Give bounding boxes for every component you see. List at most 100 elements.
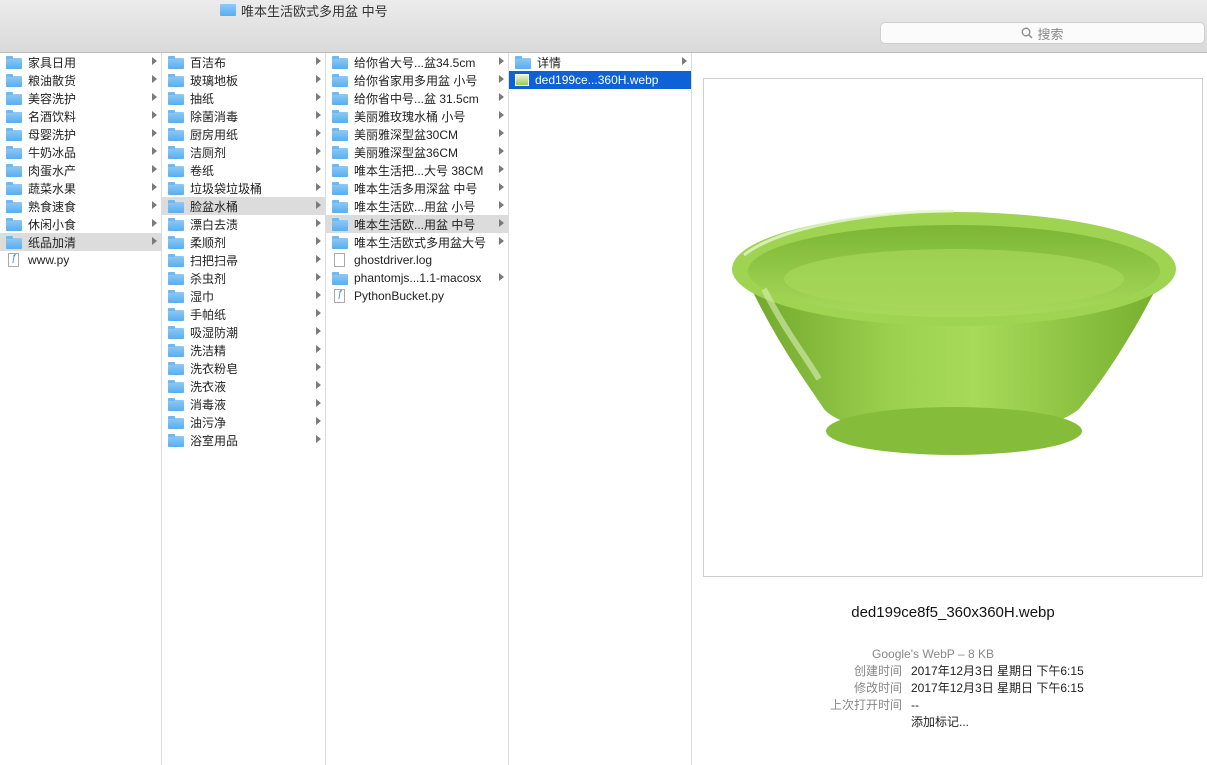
add-tags-link[interactable]: 添加标记... [911,713,1084,730]
folder-icon [168,109,184,123]
window-titlebar: 唯本生活欧式多用盆 中号 搜索 [0,0,1207,53]
list-item-label: ghostdriver.log [354,253,433,267]
disclosure-arrow-icon [499,219,504,227]
list-item-label: 洁厕剂 [190,145,227,160]
list-item[interactable]: 唯本生活多用深盆 中号 [326,179,508,197]
preview-image [703,78,1203,577]
list-item[interactable]: 油污净 [162,413,325,431]
list-item[interactable]: 洗衣液 [162,377,325,395]
list-item[interactable]: 给你省大号...盆34.5cm [326,53,508,71]
list-item[interactable]: 纸品加清 [0,233,161,251]
list-item[interactable]: 玻璃地板 [162,71,325,89]
list-item[interactable]: 母婴洗护 [0,125,161,143]
list-item[interactable]: 除菌消毒 [162,107,325,125]
created-value: 2017年12月3日 星期日 下午6:15 [911,664,1084,678]
column-products[interactable]: 给你省大号...盆34.5cm 给你省家用多用盆 小号 给你省中号...盆 31.5… [326,53,509,765]
list-item-label: 给你省大号...盆34.5cm [354,55,476,70]
disclosure-arrow-icon [152,57,157,65]
list-item-label: 母婴洗护 [28,127,77,142]
column-categories[interactable]: 家具日用 粮油散货 美容洗护 名酒饮料母婴洗护 牛奶冰品 肉蛋水产 蔬菜水果 熟食速食 休闲小食… [0,53,162,765]
list-item[interactable]: phantomjs...1.1-macosx [326,269,508,287]
disclosure-arrow-icon [316,57,321,65]
folder-icon [6,181,22,195]
list-item-label: 给你省家用多用盆 小号 [354,73,478,88]
list-item[interactable]: 漂白去渍 [162,215,325,233]
list-item-label: 消毒液 [190,397,227,412]
list-item[interactable]: 洗衣粉皂 [162,359,325,377]
list-item[interactable]: 肉蛋水产 [0,161,161,179]
list-item-label: 抽纸 [190,91,215,106]
window-title: 唯本生活欧式多用盆 中号 [220,1,388,19]
list-item[interactable]: 洁厕剂 [162,143,325,161]
list-item[interactable]: 百洁布 [162,53,325,71]
list-item[interactable]: 唯本生活欧...用盆 中号 [326,215,508,233]
list-item[interactable]: 浴室用品 [162,431,325,449]
list-item[interactable]: 湿巾 [162,287,325,305]
disclosure-arrow-icon [499,201,504,209]
disclosure-arrow-icon [316,399,321,407]
column-subcategories[interactable]: 百洁布 玻璃地板抽纸 除菌消毒 厨房用纸洁厕剂 卷纸 垃圾袋垃圾桶 脸盆水桶漂白去渍 柔顺剂扫… [162,53,326,765]
list-item[interactable]: ded199ce...360H.webp [509,71,691,89]
disclosure-arrow-icon [499,237,504,245]
list-item[interactable]: 美丽雅玫瑰水桶 小号 [326,107,508,125]
list-item[interactable]: www.py [0,251,161,269]
list-item-label: 唯本生活欧...用盆 中号 [354,217,476,232]
list-item[interactable]: 抽纸 [162,89,325,107]
list-item[interactable]: 消毒液 [162,395,325,413]
list-item-label: 纸品加清 [28,235,77,250]
list-item[interactable]: 粮油散货 [0,71,161,89]
list-item[interactable]: 唯本生活欧...用盆 小号 [326,197,508,215]
list-item[interactable]: 熟食速食 [0,197,161,215]
list-item[interactable]: 详情 [509,53,691,71]
folder-icon [168,145,184,159]
list-item[interactable]: 家具日用 [0,53,161,71]
list-item[interactable]: 脸盆水桶 [162,197,325,215]
search-field[interactable]: 搜索 [880,22,1205,44]
disclosure-arrow-icon [499,165,504,173]
list-item[interactable]: 美容洗护 [0,89,161,107]
list-item-label: 漂白去渍 [190,217,239,232]
list-item[interactable]: 吸湿防潮 [162,323,325,341]
list-item[interactable]: 杀虫剂 [162,269,325,287]
list-item[interactable]: 扫把扫帚 [162,251,325,269]
list-item[interactable]: 美丽雅深型盆30CM [326,125,508,143]
list-item[interactable]: 唯本生活把...大号 38CM [326,161,508,179]
list-item-label: 美丽雅玫瑰水桶 小号 [354,109,466,124]
list-item[interactable]: 卷纸 [162,161,325,179]
list-item[interactable]: 厨房用纸 [162,125,325,143]
disclosure-arrow-icon [499,273,504,281]
list-item[interactable]: 唯本生活欧式多用盆大号 [326,233,508,251]
folder-icon [220,4,236,16]
list-item[interactable]: 美丽雅深型盆36CM [326,143,508,161]
disclosure-arrow-icon [316,381,321,389]
list-item[interactable]: 洗洁精 [162,341,325,359]
folder-icon [168,307,184,321]
list-item[interactable]: 名酒饮料 [0,107,161,125]
list-item[interactable]: ghostdriver.log [326,251,508,269]
list-item[interactable]: PythonBucket.py [326,287,508,305]
disclosure-arrow-icon [316,111,321,119]
list-item[interactable]: 蔬菜水果 [0,179,161,197]
folder-icon [168,343,184,357]
window-title-text: 唯本生活欧式多用盆 中号 [241,3,388,19]
list-item[interactable]: 给你省中号...盆 31.5cm [326,89,508,107]
python-file-icon [334,289,345,303]
disclosure-arrow-icon [316,183,321,191]
list-item[interactable]: 牛奶冰品 [0,143,161,161]
list-item[interactable]: 手帕纸 [162,305,325,323]
folder-icon [168,379,184,393]
list-item[interactable]: 垃圾袋垃圾桶 [162,179,325,197]
list-item[interactable]: 给你省家用多用盆 小号 [326,71,508,89]
disclosure-arrow-icon [316,363,321,371]
list-item-label: 扫把扫帚 [190,253,239,268]
list-item[interactable]: 休闲小食 [0,215,161,233]
folder-icon [168,199,184,213]
disclosure-arrow-icon [316,345,321,353]
disclosure-arrow-icon [316,237,321,245]
list-item[interactable]: 柔顺剂 [162,233,325,251]
disclosure-arrow-icon [316,75,321,83]
folder-icon [168,271,184,285]
disclosure-arrow-icon [152,165,157,173]
list-item-label: 手帕纸 [190,307,227,322]
folder-icon [332,199,348,213]
